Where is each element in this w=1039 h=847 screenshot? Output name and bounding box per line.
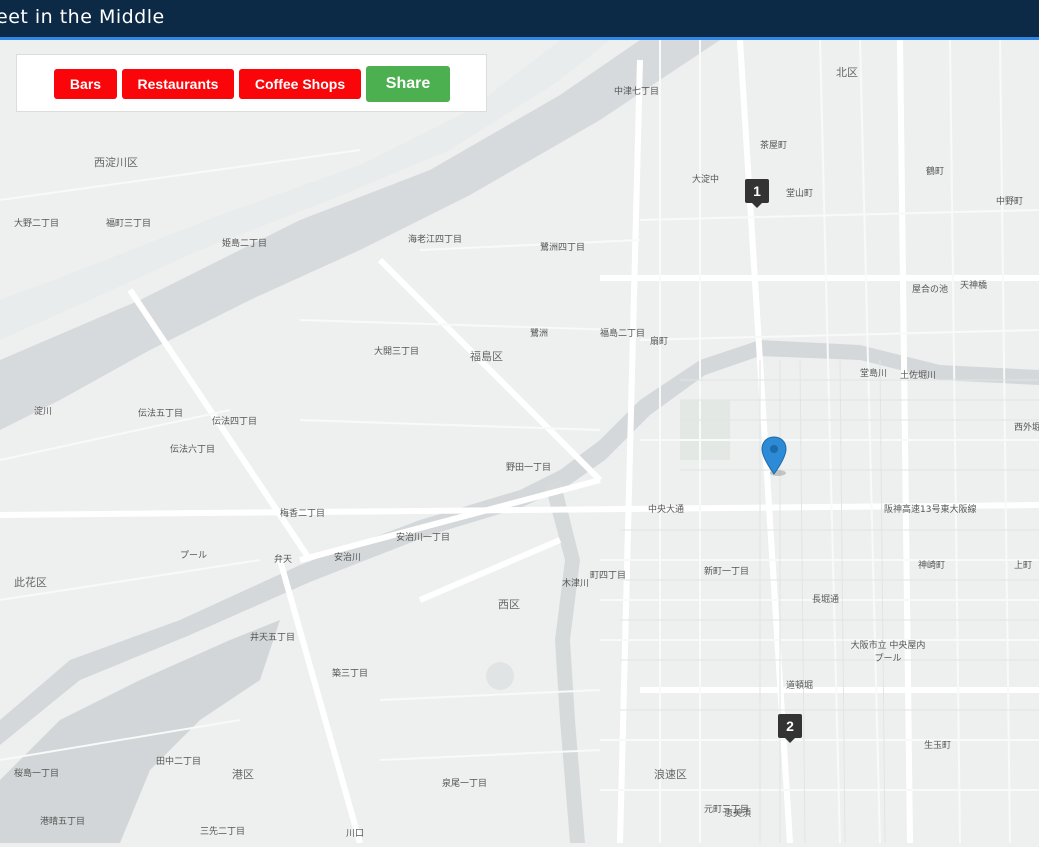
map-label: 中央大通 [648,505,685,515]
map-label: 新町一丁目 [704,567,750,577]
app-title: eet in the Middle [0,6,165,28]
map-label: 長堀通 [812,595,840,605]
map-label: 梅香二丁目 [280,509,326,519]
category-toolbar: Bars Restaurants Coffee Shops Share [16,54,487,112]
map-label: 井天五丁目 [250,633,296,643]
map-label: 鷺洲四丁目 [540,243,586,253]
map-label: 桜島一丁目 [14,769,60,779]
app-header: eet in the Middle [0,0,1039,40]
map-label: 淀川 [34,407,53,417]
map-label: 伝法六丁目 [170,445,216,455]
map-label: 泉尾一丁目 [442,779,488,789]
map-label: 伝法四丁目 [212,417,258,427]
map-canvas[interactable]: 北区 中津七丁目 茶屋町 大淀中 堂山町 鶴町 中野町 西淀川区 大野二丁目 福… [0,39,1039,844]
map-label: 港区 [232,768,254,781]
marker-1[interactable]: 1 [745,179,769,208]
map-label: 町四丁目 [590,571,627,581]
map-label: 茶屋町 [760,141,788,151]
map-label: 道頓堀 [786,681,814,691]
bars-button[interactable]: Bars [54,69,117,99]
map-label: 浪速区 [654,768,687,781]
map-label: 西区 [498,598,520,611]
map-label: 此花区 [14,576,47,589]
map-label: 鷺洲 [530,329,549,339]
map-label: プール [180,551,208,561]
map-label: 三先二丁目 [200,827,246,837]
map-label: 大開三丁目 [374,347,420,357]
coffee-shops-button[interactable]: Coffee Shops [239,69,361,99]
map-tiles[interactable] [0,39,1039,844]
share-button[interactable]: Share [366,66,450,102]
map-label: 港晴五丁目 [40,817,86,827]
map-label: 姫島二丁目 [222,239,268,249]
map-label: 阪神高速13号東大阪線 [884,505,977,515]
map-label: 西外堀 [1014,423,1039,433]
map-label: 川口 [346,829,365,839]
restaurants-button[interactable]: Restaurants [122,69,234,99]
location-pin-icon[interactable] [761,436,789,476]
map-label: 扇町 [650,337,669,347]
map-label: 海老江四丁目 [408,235,463,245]
marker-2[interactable]: 2 [778,714,802,743]
map-label: 土佐堀川 [900,371,937,381]
map-label: 大阪市立 中央屋内 プール [850,641,926,664]
map-label: 木津川 [562,579,590,589]
map-label: 安治川一丁目 [396,533,451,543]
map-label: 屋合の池 [912,285,949,295]
map-label: 福町三丁目 [106,219,152,229]
map-label: 上町 [1014,561,1033,571]
map-label: 神崎町 [918,561,946,571]
map-label: 中野町 [996,197,1024,207]
map-label: 天神橋 [960,281,988,291]
map-label: 堂山町 [786,189,814,199]
map-label: 安治川 [334,553,362,563]
map-label: 中津七丁目 [614,87,660,97]
map-label: 北区 [836,66,858,79]
map-label: 堂島川 [860,369,888,379]
map-label: 大野二丁目 [14,219,60,229]
map-label: 鶴町 [926,167,945,177]
map-label: 野田一丁目 [506,463,552,473]
map-label: 元町三丁目 [704,805,750,815]
map-label: 福島区 [470,350,503,363]
map-label: 田中二丁目 [156,757,202,767]
map-label: 築三丁目 [332,669,369,679]
map-label: 大淀中 [692,175,720,185]
map-label: 弁天 [274,555,293,565]
map-label: 福島二丁目 [600,329,646,339]
map-label: 西淀川区 [94,156,138,169]
map-label: 伝法五丁目 [138,409,184,419]
map-label: 生玉町 [924,741,952,751]
